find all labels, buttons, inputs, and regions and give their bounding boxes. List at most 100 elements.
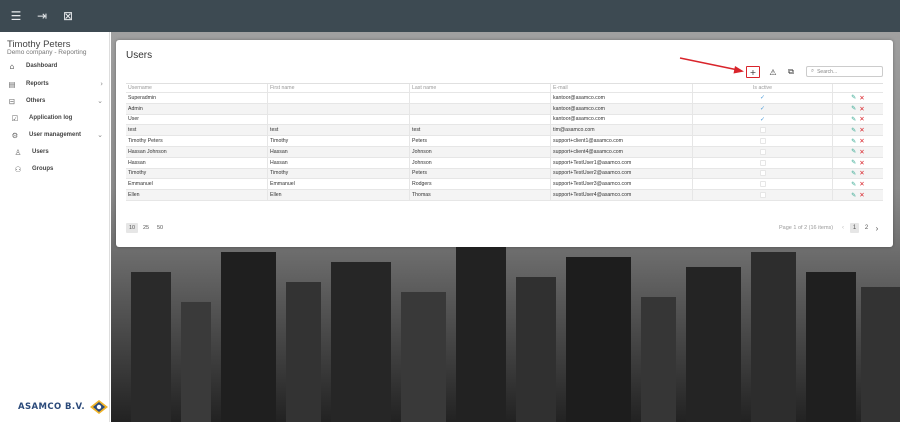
- delete-icon[interactable]: ✕: [859, 105, 864, 113]
- first-name-cell: Hassan: [267, 146, 409, 157]
- table-row[interactable]: Hassan Johnson Hassan Johnson support+clien…: [126, 146, 883, 158]
- edit-icon[interactable]: ✎: [851, 116, 856, 123]
- delete-icon[interactable]: ✕: [859, 148, 864, 156]
- row-actions: ✎ ✕: [832, 103, 883, 114]
- page-1-button[interactable]: 1: [850, 223, 859, 233]
- inactive-checkbox: [759, 192, 766, 199]
- sidebar-item-label: Application log: [29, 115, 73, 121]
- sidebar-item-reports[interactable]: ▤ Reports ›: [0, 77, 110, 91]
- column-header-username[interactable]: Username: [126, 84, 267, 92]
- delete-icon[interactable]: ✕: [859, 159, 864, 167]
- search-placeholder: Search...: [817, 68, 838, 75]
- edit-icon[interactable]: ✎: [851, 127, 856, 134]
- warning-button[interactable]: ⚠: [766, 66, 780, 78]
- page-2-button[interactable]: 2: [862, 223, 871, 233]
- last-name-cell: Peters: [409, 168, 550, 179]
- chevron-down-icon: ⌄: [97, 131, 103, 139]
- row-actions: ✎ ✕: [832, 93, 883, 103]
- table-row[interactable]: test test test tim@asamco.com ✎ ✕: [126, 125, 883, 137]
- username-cell: Timothy: [128, 170, 147, 177]
- table-body: Superadmin kantoor@asamco.com ✓ ✎ ✕ Admin kant…: [126, 93, 883, 201]
- delete-icon[interactable]: ✕: [859, 180, 864, 188]
- edit-icon[interactable]: ✎: [851, 105, 856, 112]
- page-size-25[interactable]: 25: [140, 223, 152, 233]
- copy-button[interactable]: ⧉: [784, 66, 798, 78]
- table-row[interactable]: Admin kantoor@asamco.com ✓ ✎ ✕: [126, 103, 883, 115]
- first-name-cell: Emmanuel: [267, 179, 409, 190]
- table-row[interactable]: Emmanuel Emmanuel Rodgers support+TestUser3…: [126, 179, 883, 191]
- delete-icon[interactable]: ✕: [859, 137, 864, 145]
- table-row[interactable]: Timothy Peters Timothy Peters support+clien…: [126, 136, 883, 147]
- last-name-cell: [409, 103, 550, 114]
- email-cell: kantoor@asamco.com: [550, 93, 692, 103]
- delete-icon[interactable]: ✕: [859, 191, 864, 199]
- menu-icon[interactable]: ☰: [10, 10, 22, 22]
- edit-icon[interactable]: ✎: [851, 138, 856, 145]
- check-icon: ✓: [759, 94, 766, 102]
- page-size-10[interactable]: 10: [126, 223, 138, 233]
- username-cell: Admin: [128, 105, 143, 112]
- user-icon: ♙: [14, 147, 22, 157]
- logout-icon[interactable]: ⇥: [36, 10, 48, 22]
- first-name-cell: Timothy: [267, 168, 409, 179]
- logo-text: ASAMCO B.V.: [18, 402, 85, 412]
- sidebar-item-user-management[interactable]: ⚙ User management ⌄: [0, 128, 110, 142]
- table-row[interactable]: Hassan Hassan Johnson support+TestUser1@asa…: [126, 157, 883, 169]
- add-user-button[interactable]: +: [746, 66, 760, 78]
- sidebar: Timothy Peters Demo company - Reporting …: [0, 32, 110, 422]
- prev-page-icon[interactable]: ‹: [839, 223, 847, 233]
- users-table: Username First name Last name E-mail Is …: [126, 83, 883, 201]
- edit-icon[interactable]: ✎: [851, 170, 856, 177]
- is-active-cell: ✓: [692, 93, 832, 103]
- table-row[interactable]: User kantoor@asamco.com ✓ ✎ ✕: [126, 114, 883, 126]
- sidebar-item-label: Others: [26, 98, 46, 104]
- email-cell: support+TestUser3@asamco.com: [550, 179, 692, 190]
- dashboard-icon: ⌂: [9, 61, 15, 71]
- check-icon: ✓: [759, 105, 766, 113]
- search-input[interactable]: ⌕ Search...: [806, 66, 883, 77]
- column-header-is-active[interactable]: Is active: [692, 84, 832, 92]
- edit-icon[interactable]: ✎: [851, 159, 856, 166]
- edit-icon[interactable]: ✎: [851, 181, 856, 188]
- delete-icon[interactable]: ✕: [859, 94, 864, 102]
- delete-icon[interactable]: ✕: [859, 115, 864, 123]
- table-row[interactable]: Timothy Timothy Peters support+TestUser2@as…: [126, 168, 883, 180]
- edit-icon[interactable]: ✎: [851, 94, 856, 101]
- sidebar-item-dashboard[interactable]: ⌂ Dashboard: [0, 59, 110, 73]
- is-active-cell: [692, 168, 832, 179]
- table-row[interactable]: Superadmin kantoor@asamco.com ✓ ✎ ✕: [126, 93, 883, 104]
- delete-icon[interactable]: ✕: [859, 126, 864, 134]
- row-actions: ✎ ✕: [832, 179, 883, 190]
- row-actions: ✎ ✕: [832, 146, 883, 157]
- sidebar-item-groups[interactable]: ⚇ Groups: [0, 162, 110, 176]
- email-cell: support+TestUser2@asamco.com: [550, 168, 692, 179]
- row-actions: ✎ ✕: [832, 157, 883, 168]
- email-cell: kantoor@asamco.com: [550, 114, 692, 125]
- page-size-50[interactable]: 50: [154, 223, 166, 233]
- sidebar-item-others[interactable]: ⊟ Others ⌄: [0, 94, 110, 108]
- column-header-last-name[interactable]: Last name: [409, 84, 550, 92]
- sidebar-item-label: Users: [32, 149, 49, 155]
- email-cell: support+TestUser4@asamco.com: [550, 190, 692, 200]
- next-page-icon[interactable]: ›: [873, 223, 881, 233]
- inactive-checkbox: [759, 138, 766, 145]
- column-header-email[interactable]: E-mail: [550, 84, 692, 92]
- last-name-cell: Thomas: [409, 190, 550, 200]
- column-header-first-name[interactable]: First name: [267, 84, 409, 92]
- last-name-cell: [409, 114, 550, 125]
- first-name-cell: Hassan: [267, 157, 409, 168]
- sidebar-item-users[interactable]: ♙ Users: [0, 145, 110, 159]
- is-active-cell: [692, 179, 832, 190]
- last-name-cell: [409, 93, 550, 103]
- search-icon: ⌕: [811, 68, 815, 74]
- sidebar-item-application-log[interactable]: ☑ Application log: [0, 111, 110, 125]
- user-management-icon: ⚙: [11, 130, 19, 140]
- table-row[interactable]: Ellen Ellen Thomas support+TestUser4@asamco…: [126, 190, 883, 201]
- edit-icon[interactable]: ✎: [851, 192, 856, 199]
- fullscreen-icon[interactable]: ⊠: [62, 10, 74, 22]
- inactive-checkbox: [759, 127, 766, 134]
- first-name-cell: [267, 93, 409, 103]
- delete-icon[interactable]: ✕: [859, 169, 864, 177]
- edit-icon[interactable]: ✎: [851, 148, 856, 155]
- company-logo: ASAMCO B.V.: [18, 400, 108, 414]
